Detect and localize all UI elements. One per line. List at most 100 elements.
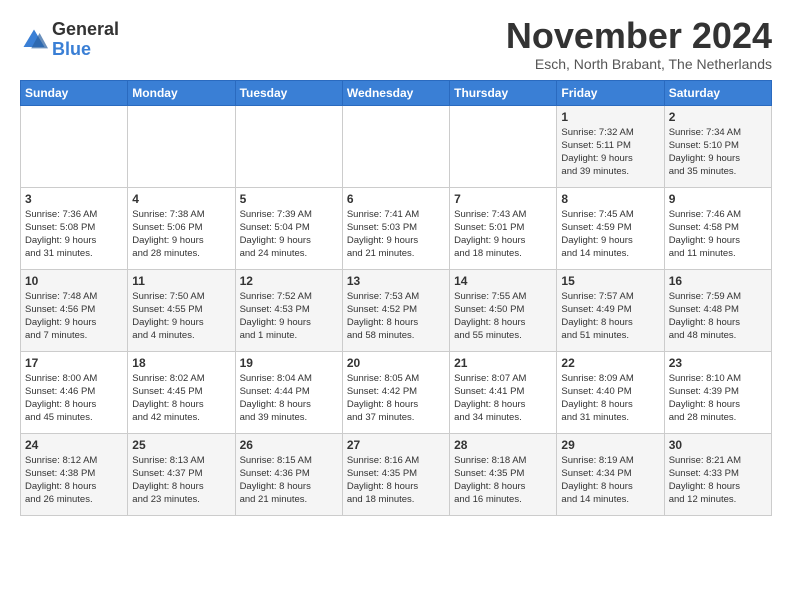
day-info: Sunrise: 7:55 AM Sunset: 4:50 PM Dayligh… xyxy=(454,290,552,343)
page: General Blue November 2024 Esch, North B… xyxy=(0,0,792,526)
day-info: Sunrise: 8:18 AM Sunset: 4:35 PM Dayligh… xyxy=(454,454,552,507)
day-number: 8 xyxy=(561,192,659,206)
day-number: 13 xyxy=(347,274,445,288)
day-cell: 11 Sunrise: 7:50 AM Sunset: 4:55 PM Dayli… xyxy=(128,269,235,351)
day-number: 11 xyxy=(132,274,230,288)
day-info: Sunrise: 7:45 AM Sunset: 4:59 PM Dayligh… xyxy=(561,208,659,261)
week-row-4: 24 Sunrise: 8:12 AM Sunset: 4:38 PM Dayli… xyxy=(21,433,772,515)
day-info: Sunrise: 7:52 AM Sunset: 4:53 PM Dayligh… xyxy=(240,290,338,343)
day-cell: 29 Sunrise: 8:19 AM Sunset: 4:34 PM Dayli… xyxy=(557,433,664,515)
header-row: SundayMondayTuesdayWednesdayThursdayFrid… xyxy=(21,80,772,105)
week-row-0: 1 Sunrise: 7:32 AM Sunset: 5:11 PM Daylig… xyxy=(21,105,772,187)
day-info: Sunrise: 8:15 AM Sunset: 4:36 PM Dayligh… xyxy=(240,454,338,507)
day-info: Sunrise: 7:39 AM Sunset: 5:04 PM Dayligh… xyxy=(240,208,338,261)
header-thursday: Thursday xyxy=(450,80,557,105)
day-number: 3 xyxy=(25,192,123,206)
logo-icon xyxy=(20,26,48,54)
day-number: 16 xyxy=(669,274,767,288)
day-info: Sunrise: 8:02 AM Sunset: 4:45 PM Dayligh… xyxy=(132,372,230,425)
day-cell: 9Sunrise: 7:46 AM Sunset: 4:58 PM Daylig… xyxy=(664,187,771,269)
day-info: Sunrise: 8:04 AM Sunset: 4:44 PM Dayligh… xyxy=(240,372,338,425)
month-title: November 2024 xyxy=(506,16,772,56)
day-info: Sunrise: 8:16 AM Sunset: 4:35 PM Dayligh… xyxy=(347,454,445,507)
day-cell: 18 Sunrise: 8:02 AM Sunset: 4:45 PM Dayli… xyxy=(128,351,235,433)
day-cell xyxy=(450,105,557,187)
day-cell: 21 Sunrise: 8:07 AM Sunset: 4:41 PM Dayli… xyxy=(450,351,557,433)
header-wednesday: Wednesday xyxy=(342,80,449,105)
day-cell: 4 Sunrise: 7:38 AM Sunset: 5:06 PM Daylig… xyxy=(128,187,235,269)
header-tuesday: Tuesday xyxy=(235,80,342,105)
logo: General Blue xyxy=(20,20,119,60)
day-number: 25 xyxy=(132,438,230,452)
day-info: Sunrise: 8:07 AM Sunset: 4:41 PM Dayligh… xyxy=(454,372,552,425)
day-cell: 28 Sunrise: 8:18 AM Sunset: 4:35 PM Dayli… xyxy=(450,433,557,515)
day-cell xyxy=(342,105,449,187)
day-info: Sunrise: 8:12 AM Sunset: 4:38 PM Dayligh… xyxy=(25,454,123,507)
day-cell: 3Sunrise: 7:36 AM Sunset: 5:08 PM Daylig… xyxy=(21,187,128,269)
day-number: 21 xyxy=(454,356,552,370)
day-info: Sunrise: 7:43 AM Sunset: 5:01 PM Dayligh… xyxy=(454,208,552,261)
day-number: 12 xyxy=(240,274,338,288)
logo-blue-text: Blue xyxy=(52,40,119,60)
day-number: 4 xyxy=(132,192,230,206)
day-number: 10 xyxy=(25,274,123,288)
day-cell: 6Sunrise: 7:41 AM Sunset: 5:03 PM Daylig… xyxy=(342,187,449,269)
day-cell: 16Sunrise: 7:59 AM Sunset: 4:48 PM Dayli… xyxy=(664,269,771,351)
day-cell: 14Sunrise: 7:55 AM Sunset: 4:50 PM Dayli… xyxy=(450,269,557,351)
header-monday: Monday xyxy=(128,80,235,105)
day-info: Sunrise: 8:21 AM Sunset: 4:33 PM Dayligh… xyxy=(669,454,767,507)
day-cell: 2 Sunrise: 7:34 AM Sunset: 5:10 PM Daylig… xyxy=(664,105,771,187)
day-number: 17 xyxy=(25,356,123,370)
day-number: 30 xyxy=(669,438,767,452)
day-cell: 25 Sunrise: 8:13 AM Sunset: 4:37 PM Dayli… xyxy=(128,433,235,515)
location-subtitle: Esch, North Brabant, The Netherlands xyxy=(506,56,772,72)
day-number: 15 xyxy=(561,274,659,288)
day-info: Sunrise: 7:38 AM Sunset: 5:06 PM Dayligh… xyxy=(132,208,230,261)
day-info: Sunrise: 8:05 AM Sunset: 4:42 PM Dayligh… xyxy=(347,372,445,425)
day-cell xyxy=(21,105,128,187)
day-number: 18 xyxy=(132,356,230,370)
day-number: 29 xyxy=(561,438,659,452)
day-info: Sunrise: 7:34 AM Sunset: 5:10 PM Dayligh… xyxy=(669,126,767,179)
day-cell: 12 Sunrise: 7:52 AM Sunset: 4:53 PM Dayli… xyxy=(235,269,342,351)
day-number: 19 xyxy=(240,356,338,370)
day-info: Sunrise: 8:19 AM Sunset: 4:34 PM Dayligh… xyxy=(561,454,659,507)
day-info: Sunrise: 7:50 AM Sunset: 4:55 PM Dayligh… xyxy=(132,290,230,343)
day-number: 24 xyxy=(25,438,123,452)
day-cell: 24 Sunrise: 8:12 AM Sunset: 4:38 PM Dayli… xyxy=(21,433,128,515)
day-number: 1 xyxy=(561,110,659,124)
day-cell: 20 Sunrise: 8:05 AM Sunset: 4:42 PM Dayli… xyxy=(342,351,449,433)
day-cell: 19 Sunrise: 8:04 AM Sunset: 4:44 PM Dayli… xyxy=(235,351,342,433)
day-info: Sunrise: 7:53 AM Sunset: 4:52 PM Dayligh… xyxy=(347,290,445,343)
week-row-1: 3Sunrise: 7:36 AM Sunset: 5:08 PM Daylig… xyxy=(21,187,772,269)
day-info: Sunrise: 7:57 AM Sunset: 4:49 PM Dayligh… xyxy=(561,290,659,343)
day-number: 5 xyxy=(240,192,338,206)
day-info: Sunrise: 7:46 AM Sunset: 4:58 PM Dayligh… xyxy=(669,208,767,261)
calendar-table: SundayMondayTuesdayWednesdayThursdayFrid… xyxy=(20,80,772,516)
day-info: Sunrise: 7:48 AM Sunset: 4:56 PM Dayligh… xyxy=(25,290,123,343)
day-number: 7 xyxy=(454,192,552,206)
week-row-3: 17Sunrise: 8:00 AM Sunset: 4:46 PM Dayli… xyxy=(21,351,772,433)
day-cell: 27 Sunrise: 8:16 AM Sunset: 4:35 PM Dayli… xyxy=(342,433,449,515)
day-info: Sunrise: 7:32 AM Sunset: 5:11 PM Dayligh… xyxy=(561,126,659,179)
logo-general-text: General xyxy=(52,20,119,40)
day-info: Sunrise: 8:10 AM Sunset: 4:39 PM Dayligh… xyxy=(669,372,767,425)
week-row-2: 10 Sunrise: 7:48 AM Sunset: 4:56 PM Dayli… xyxy=(21,269,772,351)
title-area: November 2024 Esch, North Brabant, The N… xyxy=(506,16,772,72)
day-cell: 30 Sunrise: 8:21 AM Sunset: 4:33 PM Dayli… xyxy=(664,433,771,515)
day-number: 27 xyxy=(347,438,445,452)
day-cell: 7 Sunrise: 7:43 AM Sunset: 5:01 PM Daylig… xyxy=(450,187,557,269)
day-number: 28 xyxy=(454,438,552,452)
day-info: Sunrise: 8:13 AM Sunset: 4:37 PM Dayligh… xyxy=(132,454,230,507)
day-cell: 8 Sunrise: 7:45 AM Sunset: 4:59 PM Daylig… xyxy=(557,187,664,269)
day-cell: 10 Sunrise: 7:48 AM Sunset: 4:56 PM Dayli… xyxy=(21,269,128,351)
header-friday: Friday xyxy=(557,80,664,105)
day-info: Sunrise: 7:41 AM Sunset: 5:03 PM Dayligh… xyxy=(347,208,445,261)
logo-text: General Blue xyxy=(52,20,119,60)
header-saturday: Saturday xyxy=(664,80,771,105)
day-number: 20 xyxy=(347,356,445,370)
day-cell: 5 Sunrise: 7:39 AM Sunset: 5:04 PM Daylig… xyxy=(235,187,342,269)
header-sunday: Sunday xyxy=(21,80,128,105)
day-cell: 23Sunrise: 8:10 AM Sunset: 4:39 PM Dayli… xyxy=(664,351,771,433)
day-number: 2 xyxy=(669,110,767,124)
